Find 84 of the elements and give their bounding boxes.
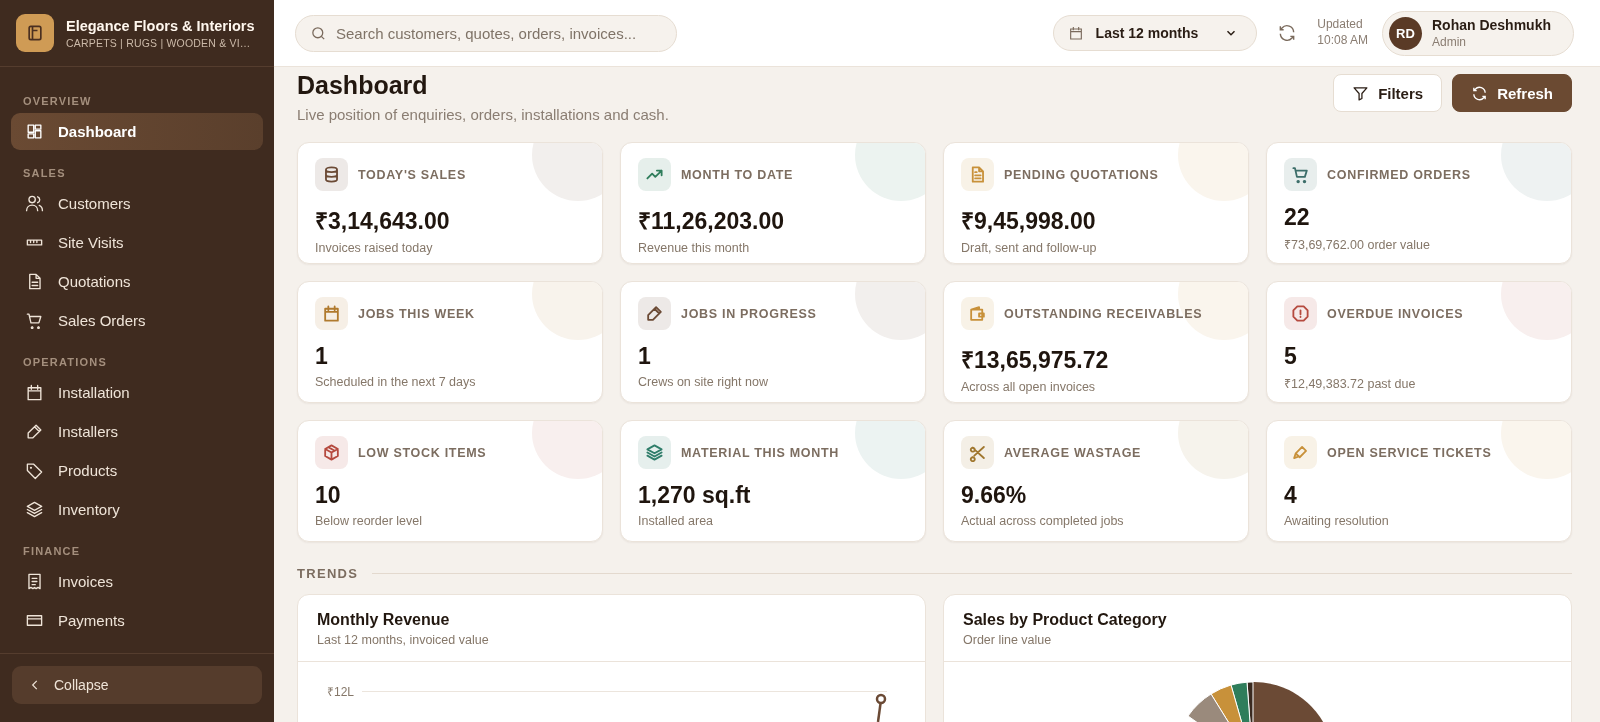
- filters-button[interactable]: Filters: [1333, 74, 1443, 112]
- nav-item[interactable]: Inventory: [11, 491, 263, 528]
- period-dropdown[interactable]: Last 12 months: [1052, 15, 1258, 51]
- nav-icon: [25, 122, 44, 141]
- updated-label: Updated: [1317, 17, 1364, 33]
- brand-name: Elegance Floors & Interiors: [66, 17, 255, 34]
- nav-icon: [25, 194, 44, 213]
- nav-item[interactable]: Installers: [11, 413, 263, 450]
- nav-icon: [25, 572, 44, 591]
- updated-time: 10:08 AM: [1317, 33, 1368, 49]
- section-title: TRENDS: [297, 566, 359, 581]
- user-name: Rohan Deshmukh: [1432, 17, 1551, 33]
- user-role: Admin: [1432, 35, 1467, 49]
- logo-icon: [16, 14, 54, 52]
- nav-item[interactable]: Payments: [11, 602, 263, 639]
- nav-section-title: OVERVIEW: [22, 94, 93, 109]
- stat-label: JOBS IN PROGRESS: [681, 306, 817, 321]
- page-title: Dashboard: [297, 71, 429, 100]
- stat-label: CONFIRMED ORDERS: [1327, 167, 1471, 182]
- chart-subtitle: Last 12 months, invoiced value: [317, 633, 490, 647]
- nav-section-title: FINANCE: [22, 544, 82, 559]
- filter-icon: [1352, 84, 1370, 102]
- stat-note: Crews on site right now: [638, 375, 769, 389]
- page-subtitle: Live position of enquiries, orders, installations and cash.: [297, 106, 669, 123]
- stat-label: LOW STOCK ITEMS: [358, 445, 487, 460]
- stat-value: 9.66%: [961, 482, 1028, 509]
- stat-value: 22: [1284, 204, 1311, 231]
- user-avatar: RD: [1389, 16, 1422, 50]
- refresh-icon: [1471, 84, 1489, 102]
- stat-value: ₹13,65,975.72: [961, 346, 1110, 375]
- stat-note: Draft, sent and follow-up: [961, 241, 1098, 255]
- stat-label: AVERAGE WASTAGE: [1004, 445, 1142, 460]
- nav-icon: [25, 311, 44, 330]
- stat-value: 1,270 sq.ft: [638, 482, 752, 509]
- stat-value: ₹11,26,203.00: [638, 207, 786, 236]
- stat-note: ₹73,69,762.00 order value: [1284, 237, 1431, 253]
- nav-item[interactable]: Sales Orders: [11, 302, 263, 339]
- stat-label: PENDING QUOTATIONS: [1004, 167, 1159, 182]
- stat-label: TODAY'S SALES: [358, 167, 466, 182]
- calendar-icon: [1067, 25, 1084, 41]
- stat-value: ₹9,45,998.00: [961, 207, 1097, 236]
- refresh-button[interactable]: Refresh: [1452, 74, 1572, 112]
- stat-value: 10: [315, 482, 342, 509]
- stat-note: Actual across completed jobs: [961, 514, 1125, 528]
- stat-label: MATERIAL THIS MONTH: [681, 445, 839, 460]
- stat-note: Invoices raised today: [315, 241, 434, 255]
- nav-item[interactable]: Installation: [11, 374, 263, 411]
- nav-section-title: OPERATIONS: [22, 355, 108, 370]
- nav-item[interactable]: Invoices: [11, 563, 263, 600]
- nav-item[interactable]: Quotations: [11, 263, 263, 300]
- stat-value: 1: [638, 343, 652, 370]
- stat-label: OUTSTANDING RECEIVABLES: [1004, 306, 1203, 321]
- stat-note: ₹12,49,383.72 past due: [1284, 376, 1417, 392]
- collapse-button[interactable]: Collapse: [12, 666, 262, 704]
- axis-label: ₹12L: [327, 684, 355, 700]
- stat-label: OVERDUE INVOICES: [1327, 306, 1464, 321]
- search-field[interactable]: Search customers, quotes, orders, invoices...: [295, 14, 677, 52]
- stat-note: Scheduled in the next 7 days: [315, 375, 477, 389]
- user-menu[interactable]: RD Rohan Deshmukh Admin: [1382, 10, 1574, 56]
- stat-note: Installed area: [638, 514, 715, 528]
- nav-item[interactable]: Dashboard: [11, 113, 263, 150]
- stat-note: Revenue this month: [638, 241, 751, 255]
- nav-icon: [25, 383, 44, 402]
- stat-note: Across all open invoices: [961, 380, 1097, 394]
- stat-label: MONTH TO DATE: [681, 167, 794, 182]
- chart-subtitle: Order line value: [963, 633, 1053, 647]
- nav-icon: [25, 461, 44, 480]
- stat-value: 5: [1284, 343, 1298, 370]
- stat-value: 4: [1284, 482, 1298, 509]
- nav-section-title: SALES: [22, 166, 67, 181]
- stat-note: Below reorder level: [315, 514, 423, 528]
- nav-item[interactable]: Customers: [11, 185, 263, 222]
- stat-note: Awaiting resolution: [1284, 514, 1390, 528]
- nav-item[interactable]: Site Visits: [11, 224, 263, 261]
- stat-label: OPEN SERVICE TICKETS: [1327, 445, 1492, 460]
- chart-title: Monthly Revenue: [317, 611, 451, 629]
- stat-value: ₹3,14,643.00: [315, 207, 451, 236]
- stat-label: JOBS THIS WEEK: [358, 306, 475, 321]
- nav-item[interactable]: Products: [11, 452, 263, 489]
- nav-icon: [25, 500, 44, 519]
- stat-value: 1: [315, 343, 329, 370]
- chart-title: Sales by Product Category: [963, 611, 1168, 629]
- brand-tagline: CARPETS | RUGS | WOODEN & VI…: [66, 36, 252, 49]
- nav-icon: [25, 422, 44, 441]
